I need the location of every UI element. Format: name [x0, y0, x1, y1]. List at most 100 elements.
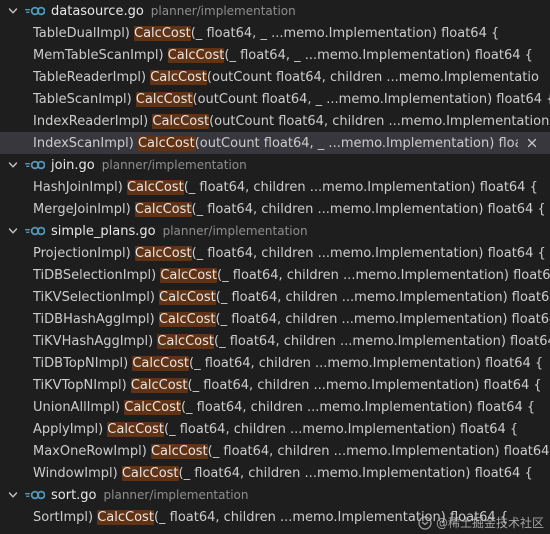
match-prefix: TiKVHashAggImpl)	[33, 333, 158, 349]
match-suffix: (outCount float64, _ ...memo.Implementat…	[194, 135, 518, 151]
chevron-down-icon[interactable]	[6, 160, 20, 170]
match-text: UnionAllImpl) CalcCost(_ float64, childr…	[33, 399, 536, 415]
search-match-row[interactable]: TiDBTopNImpl) CalcCost(_ float64, childr…	[0, 352, 550, 374]
match-suffix: (_ float64, children ...memo.Implementat…	[164, 421, 519, 437]
match-prefix: WindowImpl)	[33, 465, 122, 481]
chevron-down-glyph	[8, 8, 18, 14]
match-suffix: (_ float64, children ...memo.Implementat…	[191, 201, 546, 217]
match-highlight: CalcCost	[107, 421, 164, 437]
search-match-row[interactable]: WindowImpl) CalcCost(_ float64, children…	[0, 462, 550, 484]
search-results-panel: datasource.go planner/implementation Table…	[0, 0, 550, 534]
match-prefix: MemTableScanImpl)	[33, 47, 168, 63]
match-prefix: TableReaderImpl)	[33, 69, 151, 85]
match-text: WindowImpl) CalcCost(_ float64, children…	[33, 465, 533, 481]
match-text: MergeJoinImpl) CalcCost(_ float64, child…	[33, 201, 546, 217]
match-highlight: CalcCost	[132, 355, 190, 371]
go-file-glyph	[25, 226, 45, 236]
match-prefix: SortImpl)	[33, 509, 98, 525]
match-highlight: CalcCost	[160, 267, 218, 283]
match-text: TableDualImpl) CalcCost(_ float64, _ ...…	[33, 25, 499, 41]
search-match-row[interactable]: TiDBHashAggImpl) CalcCost(_ float64, chi…	[0, 308, 550, 330]
search-match-row[interactable]: HashJoinImpl) CalcCost(_ float64, childr…	[0, 176, 550, 198]
match-highlight: CalcCost	[134, 25, 191, 41]
match-text: TiDBTopNImpl) CalcCost(_ float64, childr…	[33, 355, 543, 371]
match-suffix: (outCount float64, _ ...memo.Implementat…	[192, 91, 550, 107]
match-suffix: (_ float64, children ...memo.Implementat…	[217, 267, 550, 283]
chevron-down-icon[interactable]	[6, 6, 20, 16]
file-path: planner/implementation	[103, 488, 249, 502]
match-text: MemTableScanImpl) CalcCost(_ float64, _ …	[33, 47, 533, 63]
match-text: TiKVSelectionImpl) CalcCost(_ float64, c…	[33, 289, 550, 305]
go-file-glyph	[25, 160, 45, 170]
file-name: join.go	[51, 157, 95, 173]
search-match-row[interactable]: ApplyImpl) CalcCost(_ float64, children …	[0, 418, 550, 440]
match-text: HashJoinImpl) CalcCost(_ float64, childr…	[33, 179, 538, 195]
match-text: TiKVTopNImpl) CalcCost(_ float64, childr…	[33, 377, 542, 393]
match-prefix: UnionAllImpl)	[33, 399, 125, 415]
match-text: IndexReaderImpl) CalcCost(outCount float…	[33, 113, 550, 129]
chevron-down-icon[interactable]	[6, 226, 20, 236]
match-suffix: (outCount float64, children ...memo.Impl…	[206, 69, 539, 85]
match-suffix: (_ float64, children ...memo.Implementat…	[215, 289, 550, 305]
match-highlight: CalcCost	[167, 47, 225, 63]
match-text: ApplyImpl) CalcCost(_ float64, children …	[33, 421, 519, 437]
match-highlight: CalcCost	[152, 113, 210, 129]
match-prefix: ProjectionImpl)	[33, 245, 135, 261]
file-path: planner/implementation	[101, 158, 247, 172]
search-match-row[interactable]: TableDualImpl) CalcCost(_ float64, _ ...…	[0, 22, 550, 44]
file-group-header[interactable]: datasource.go planner/implementation	[0, 0, 550, 22]
search-match-row[interactable]: IndexReaderImpl) CalcCost(outCount float…	[0, 110, 550, 132]
match-prefix: IndexScanImpl)	[33, 135, 138, 151]
match-prefix: TiDBSelectionImpl)	[33, 267, 161, 283]
watermark: @稀土掘金技术社区	[418, 514, 544, 531]
search-match-row[interactable]: MergeJoinImpl) CalcCost(_ float64, child…	[0, 198, 550, 220]
match-highlight: CalcCost	[134, 245, 192, 261]
match-text: ProjectionImpl) CalcCost(_ float64, chil…	[33, 245, 546, 261]
match-prefix: TiDBTopNImpl)	[33, 355, 133, 371]
search-match-row[interactable]: TiKVTopNImpl) CalcCost(_ float64, childr…	[0, 374, 550, 396]
match-suffix: (_ float64, children ...memo.Implementat…	[187, 377, 542, 393]
search-match-row[interactable]: MemTableScanImpl) CalcCost(_ float64, _ …	[0, 44, 550, 66]
chevron-down-glyph	[8, 228, 18, 234]
match-text: TableReaderImpl) CalcCost(outCount float…	[33, 69, 539, 85]
search-match-row[interactable]: TableReaderImpl) CalcCost(outCount float…	[0, 66, 550, 88]
search-match-row[interactable]: TableScanImpl) CalcCost(outCount float64…	[0, 88, 550, 110]
match-highlight: CalcCost	[130, 377, 188, 393]
search-match-row[interactable]: ProjectionImpl) CalcCost(_ float64, chil…	[0, 242, 550, 264]
match-suffix: (outCount float64, children ...memo.Impl…	[209, 113, 550, 129]
match-highlight: CalcCost	[159, 289, 216, 305]
match-text: MaxOneRowImpl) CalcCost(_ float64, child…	[33, 443, 550, 459]
match-prefix: MergeJoinImpl)	[33, 201, 135, 217]
file-name: simple_plans.go	[51, 223, 156, 239]
match-prefix: IndexReaderImpl)	[33, 113, 153, 129]
search-match-row[interactable]: TiKVSelectionImpl) CalcCost(_ float64, c…	[0, 286, 550, 308]
file-name: datasource.go	[51, 3, 144, 19]
search-match-row[interactable]: IndexScanImpl) CalcCost(outCount float64…	[0, 132, 550, 154]
file-path: planner/implementation	[162, 224, 308, 238]
match-suffix: (_ float64, children ...memo.Implementat…	[207, 443, 550, 459]
match-highlight: CalcCost	[97, 509, 154, 525]
match-prefix: TiDBHashAggImpl)	[33, 311, 159, 327]
go-file-icon	[25, 490, 45, 500]
match-highlight: CalcCost	[157, 333, 215, 349]
search-match-row[interactable]: TiKVHashAggImpl) CalcCost(_ float64, chi…	[0, 330, 550, 352]
match-highlight: CalcCost	[134, 201, 192, 217]
search-match-row[interactable]: MaxOneRowImpl) CalcCost(_ float64, child…	[0, 440, 550, 462]
match-highlight: CalcCost	[150, 69, 207, 85]
match-prefix: MaxOneRowImpl)	[33, 443, 151, 459]
file-group-header[interactable]: simple_plans.go planner/implementation	[0, 220, 550, 242]
match-text: IndexScanImpl) CalcCost(outCount float64…	[33, 135, 518, 151]
search-match-row[interactable]: UnionAllImpl) CalcCost(_ float64, childr…	[0, 396, 550, 418]
match-highlight: CalcCost	[137, 135, 195, 151]
file-group-header[interactable]: sort.go planner/implementation	[0, 484, 550, 506]
dismiss-match-button[interactable]	[524, 135, 540, 151]
chevron-down-icon[interactable]	[6, 490, 20, 500]
match-suffix: (_ float64, children ...memo.Implementat…	[178, 465, 533, 481]
search-match-row[interactable]: TiDBSelectionImpl) CalcCost(_ float64, c…	[0, 264, 550, 286]
close-icon	[527, 138, 537, 148]
match-text: TiKVHashAggImpl) CalcCost(_ float64, chi…	[33, 333, 550, 349]
match-suffix: (_ float64, _ ...memo.Implementation) fl…	[224, 47, 533, 63]
match-suffix: (_ float64, children ...memo.Implementat…	[180, 399, 536, 415]
file-group-header[interactable]: join.go planner/implementation	[0, 154, 550, 176]
juejin-logo-icon	[418, 515, 432, 530]
